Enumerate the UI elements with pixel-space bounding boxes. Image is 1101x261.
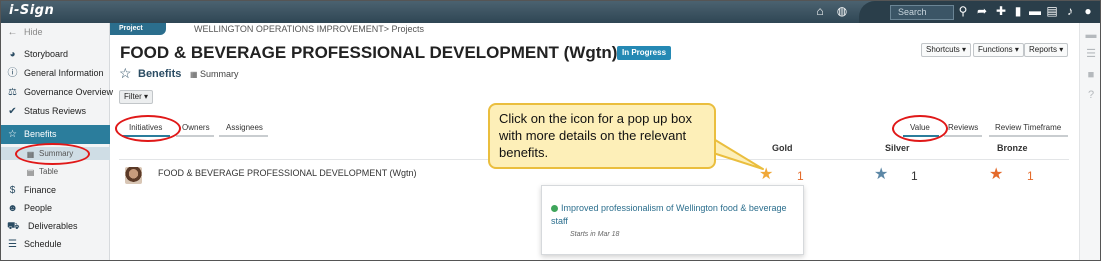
view-label: Summary: [200, 69, 239, 79]
sidebar-item-general-information[interactable]: ⓘ General Information: [1, 64, 110, 83]
status-badge: In Progress: [617, 46, 672, 60]
sidebar-subitem-label: Table: [39, 167, 59, 176]
callout-annotation: Click on the icon for a pop up box with …: [488, 103, 716, 169]
tab-reviews-underline: [944, 135, 982, 137]
silver-star-icon[interactable]: ★: [874, 167, 888, 183]
sidebar-item-benefits[interactable]: ☆ Benefits: [1, 125, 110, 144]
star-icon: ☆: [8, 129, 17, 140]
home-icon[interactable]: ⌂: [813, 4, 827, 18]
sidebar-item-label: General Information: [24, 68, 104, 78]
sidebar-item-people[interactable]: ☻ People: [1, 199, 110, 218]
list-icon[interactable]: ☰: [1085, 48, 1097, 60]
sidebar: ← Hide ◕ Storyboard ⓘ General Informatio…: [1, 23, 114, 260]
column-header-silver: Silver: [885, 143, 910, 153]
column-header-bronze: Bronze: [997, 143, 1028, 153]
functions-dropdown[interactable]: Functions ▾: [973, 43, 1024, 57]
dollar-icon: $: [9, 185, 16, 196]
benefit-link[interactable]: Improved professionalism of Wellington f…: [551, 202, 796, 228]
sidebar-item-governance-overview[interactable]: ⚖ Governance Overview: [1, 83, 114, 102]
project-tag[interactable]: Project: [110, 23, 166, 35]
tab-owners[interactable]: Owners: [182, 122, 210, 134]
search-icon[interactable]: ⚲: [956, 4, 970, 18]
sidebar-item-storyboard[interactable]: ◕ Storyboard: [1, 45, 110, 64]
reports-dropdown[interactable]: Reports ▾: [1024, 43, 1069, 57]
bookmark-icon[interactable]: ▮: [1011, 4, 1025, 18]
sidebar-item-label: Benefits: [24, 129, 57, 139]
comment-icon[interactable]: ▬: [1028, 4, 1042, 18]
page-title: FOOD & BEVERAGE PROFESSIONAL DEVELOPMENT…: [120, 43, 618, 62]
star-outline-icon: ☆: [119, 65, 132, 81]
tab-owners-underline: [176, 135, 214, 137]
help-icon[interactable]: ?: [1085, 89, 1097, 101]
tab-reviews[interactable]: Reviews: [948, 122, 978, 134]
sidebar-item-label: Deliverables: [28, 221, 78, 231]
sidebar-item-deliverables[interactable]: ⛟ Deliverables: [1, 217, 110, 236]
plus-icon[interactable]: ✚: [994, 4, 1008, 18]
lock-icon[interactable]: ■: [1085, 69, 1097, 81]
avatar: [125, 167, 142, 184]
gold-star-icon[interactable]: ★: [759, 167, 773, 183]
app-logo: i-Sign: [9, 3, 55, 18]
share-icon[interactable]: ➦: [975, 4, 989, 18]
sidebar-item-schedule[interactable]: ☰ Schedule: [1, 235, 110, 254]
tab-review-timeframe[interactable]: Review Timeframe: [995, 122, 1061, 134]
sidebar-item-finance[interactable]: $ Finance: [1, 181, 110, 200]
annotation-oval-initiatives: [115, 115, 181, 142]
benefit-popup: Improved professionalism of Wellington f…: [541, 185, 804, 255]
gold-count: 1: [797, 169, 804, 183]
bell-icon[interactable]: ♪: [1063, 4, 1077, 18]
tab-assignees-underline: [219, 135, 268, 137]
column-header-gold: Gold: [772, 143, 793, 153]
annotation-oval-value: [892, 115, 948, 142]
breadcrumb[interactable]: WELLINGTON OPERATIONS IMPROVEMENT> Proje…: [194, 23, 424, 35]
right-rail: ▬ ☰ ■ ?: [1079, 23, 1100, 260]
sidebar-item-label: Governance Overview: [24, 87, 114, 97]
check-icon: ✔: [8, 106, 17, 117]
hide-sidebar-button[interactable]: ← Hide: [1, 23, 110, 42]
search-input[interactable]: Search: [890, 5, 954, 20]
benefit-start-date: Starts in Mar 18: [570, 231, 620, 238]
comments-icon[interactable]: ▬: [1085, 29, 1097, 41]
grid-icon: ▦: [190, 70, 198, 79]
section-title: Benefits: [138, 68, 182, 80]
sidebar-item-label: Storyboard: [24, 49, 69, 59]
app-window: i-Sign ⌂ ◍ Search ⚲ ➦ ✚ ▮ ▬ ▤ ♪ ● ← Hide…: [0, 0, 1101, 261]
sidebar-item-status-reviews[interactable]: ✔ Status Reviews: [1, 102, 110, 121]
annotation-oval-summary: [15, 143, 90, 165]
document-icon[interactable]: ▤: [1045, 4, 1059, 18]
initiative-name[interactable]: FOOD & BEVERAGE PROFESSIONAL DEVELOPMENT…: [158, 168, 417, 178]
tab-review-timeframe-underline: [989, 135, 1068, 137]
sidebar-item-label: People: [24, 203, 53, 213]
people-icon: ☻: [7, 203, 18, 214]
truck-icon: ⛟: [7, 221, 20, 232]
arrow-left-icon: ←: [7, 27, 18, 38]
filter-dropdown[interactable]: Filter ▾: [119, 90, 154, 104]
user-icon[interactable]: ●: [1081, 4, 1095, 18]
hide-label: Hide: [24, 27, 43, 37]
bronze-star-icon[interactable]: ★: [989, 167, 1003, 183]
table-icon: ▤: [26, 168, 35, 177]
silver-count: 1: [911, 169, 918, 183]
shortcuts-dropdown[interactable]: Shortcuts ▾: [921, 43, 972, 57]
bronze-count: 1: [1027, 169, 1034, 183]
tab-assignees[interactable]: Assignees: [226, 122, 263, 134]
top-bar: i-Sign ⌂ ◍ Search ⚲ ➦ ✚ ▮ ▬ ▤ ♪ ●: [1, 1, 1100, 23]
sidebar-item-label: Schedule: [24, 239, 62, 249]
sidebar-subitem-table[interactable]: ▤ Table: [1, 165, 110, 178]
sidebar-item-label: Finance: [24, 185, 57, 195]
palette-icon: ◕: [9, 49, 16, 60]
schedule-icon: ☰: [8, 239, 17, 250]
globe-icon[interactable]: ◍: [835, 4, 849, 18]
info-icon: ⓘ: [7, 68, 18, 79]
governance-icon: ⚖: [8, 87, 17, 98]
sidebar-item-label: Status Reviews: [24, 106, 87, 116]
